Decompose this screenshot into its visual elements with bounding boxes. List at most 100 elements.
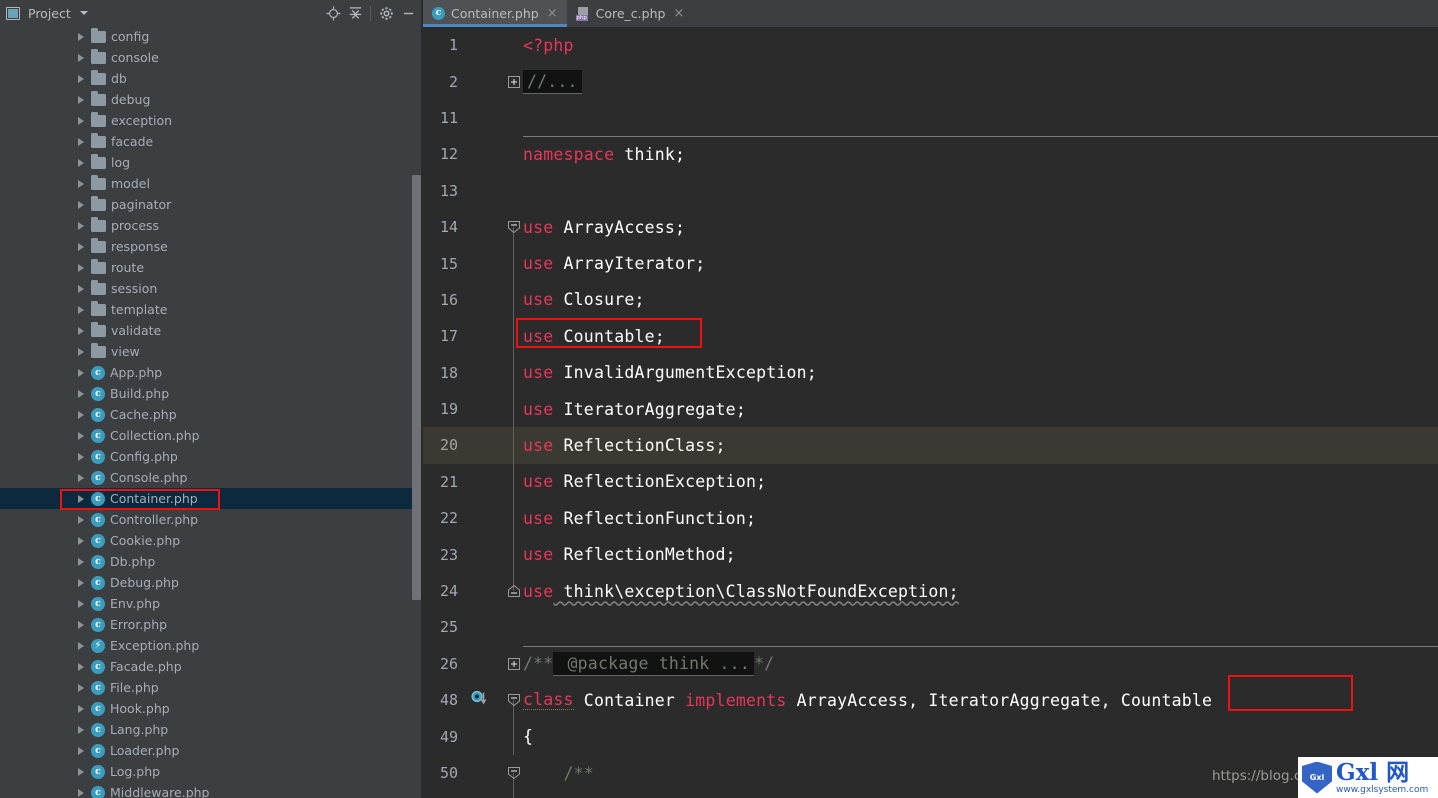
fold-collapse-icon[interactable] [508,694,520,707]
tree-expand-arrow-icon[interactable] [78,641,84,650]
tree-expand-arrow-icon[interactable] [78,536,84,545]
tree-expand-arrow-icon[interactable] [78,683,84,692]
tree-expand-arrow-icon[interactable] [78,515,84,524]
tree-expand-arrow-icon[interactable] [78,662,84,671]
tree-item-process[interactable]: process [0,215,423,236]
code-line-17[interactable]: 17 use Countable; [423,318,1438,355]
editor-gutter[interactable]: 21 [423,464,516,500]
tree-item-controller-php[interactable]: c Controller.php [0,509,423,530]
settings-gear-icon[interactable] [375,2,397,24]
tree-item-build-php[interactable]: c Build.php [0,383,423,404]
tree-item-middleware-php[interactable]: c Middleware.php [0,782,423,798]
tree-item-log-php[interactable]: c Log.php [0,761,423,782]
tree-item-view[interactable]: view [0,341,423,362]
tree-item-model[interactable]: model [0,173,423,194]
tree-expand-arrow-icon[interactable] [78,578,84,587]
tree-expand-arrow-icon[interactable] [78,368,84,377]
code-line-26[interactable]: 26 /** @package think ... */ [423,645,1438,682]
tree-item-paginator[interactable]: paginator [0,194,423,215]
editor-gutter[interactable]: 23 [423,536,516,572]
tree-item-log[interactable]: log [0,152,423,173]
tree-expand-arrow-icon[interactable] [78,347,84,356]
tree-expand-arrow-icon[interactable] [78,494,84,503]
code-line-1[interactable]: 1 <?php [423,27,1438,63]
tree-expand-arrow-icon[interactable] [78,620,84,629]
tree-expand-arrow-icon[interactable] [78,32,84,41]
hide-panel-icon[interactable] [397,2,419,24]
tree-item-validate[interactable]: validate [0,320,423,341]
code-line-49[interactable]: 49 { [423,718,1438,755]
editor-gutter[interactable]: 18 [423,355,516,391]
editor-gutter[interactable]: 16 [423,282,516,318]
tree-expand-arrow-icon[interactable] [78,200,84,209]
collapse-all-icon[interactable] [344,2,366,24]
tree-item-session[interactable]: session [0,278,423,299]
code-line-22[interactable]: 22 use ReflectionFunction; [423,500,1438,537]
code-line-15[interactable]: 15 use ArrayIterator; [423,245,1438,282]
tree-expand-arrow-icon[interactable] [78,116,84,125]
editor-gutter[interactable]: 26 [423,646,516,682]
code-line-14[interactable]: 14 use ArrayAccess; [423,209,1438,246]
tree-item-config[interactable]: config [0,26,423,47]
tree-expand-arrow-icon[interactable] [78,179,84,188]
code-line-20[interactable]: 20 use ReflectionClass; [423,427,1438,464]
code-line-13[interactable]: 13 [423,173,1438,209]
tree-item-lang-php[interactable]: c Lang.php [0,719,423,740]
editor-gutter[interactable]: 13 [423,173,516,209]
editor-gutter[interactable]: 51 [423,791,516,798]
tree-item-exception[interactable]: exception [0,110,423,131]
editor-gutter[interactable]: 2 [423,63,516,99]
tree-expand-arrow-icon[interactable] [78,158,84,167]
tree-item-debug[interactable]: debug [0,89,423,110]
code-editor[interactable]: 1 <?php 2 //... 11 12 namespace think; 13 14 use … [423,27,1438,798]
tree-item-facade[interactable]: facade [0,131,423,152]
tree-expand-arrow-icon[interactable] [78,557,84,566]
tree-expand-arrow-icon[interactable] [78,326,84,335]
editor-gutter[interactable]: 15 [423,245,516,281]
editor-gutter[interactable]: 14 [423,209,516,245]
tree-expand-arrow-icon[interactable] [78,389,84,398]
tree-expand-arrow-icon[interactable] [78,473,84,482]
fold-collapse-icon[interactable] [508,221,520,234]
tree-item-cache-php[interactable]: c Cache.php [0,404,423,425]
editor-gutter[interactable]: 24 [423,573,516,609]
code-line-24[interactable]: 24 use think\exception\ClassNotFoundExcep… [423,572,1438,609]
fold-expand-icon[interactable] [508,75,520,88]
tree-item-route[interactable]: route [0,257,423,278]
tree-expand-arrow-icon[interactable] [78,599,84,608]
code-line-25[interactable]: 25 [423,609,1438,645]
tree-item-error-php[interactable]: c Error.php [0,614,423,635]
tree-expand-arrow-icon[interactable] [78,704,84,713]
tree-expand-arrow-icon[interactable] [78,767,84,776]
tree-expand-arrow-icon[interactable] [78,452,84,461]
close-icon[interactable]: × [671,7,686,20]
tree-expand-arrow-icon[interactable] [78,137,84,146]
tree-expand-arrow-icon[interactable] [78,788,84,797]
tree-item-file-php[interactable]: c File.php [0,677,423,698]
tree-expand-arrow-icon[interactable] [78,263,84,272]
tree-expand-arrow-icon[interactable] [78,725,84,734]
editor-gutter[interactable]: 11 [423,100,516,136]
tree-expand-arrow-icon[interactable] [78,95,84,104]
tree-expand-arrow-icon[interactable] [78,53,84,62]
tree-expand-arrow-icon[interactable] [78,410,84,419]
code-line-21[interactable]: 21 use ReflectionException; [423,463,1438,501]
tree-item-config-php[interactable]: c Config.php [0,446,423,467]
tree-item-db[interactable]: db [0,68,423,89]
editor-gutter[interactable]: 12 [423,136,516,172]
tree-expand-arrow-icon[interactable] [78,242,84,251]
tree-item-loader-php[interactable]: c Loader.php [0,740,423,761]
code-line-23[interactable]: 23 use ReflectionMethod; [423,536,1438,573]
tree-item-cookie-php[interactable]: c Cookie.php [0,530,423,551]
tree-expand-arrow-icon[interactable] [78,221,84,230]
implemented-marker-icon[interactable] [471,691,489,710]
fold-region-end-icon[interactable] [508,584,520,598]
tree-item-template[interactable]: template [0,299,423,320]
fold-collapse-icon[interactable] [508,767,520,780]
tree-item-facade-php[interactable]: c Facade.php [0,656,423,677]
close-icon[interactable]: × [545,7,560,20]
tree-item-db-php[interactable]: c Db.php [0,551,423,572]
tree-item-env-php[interactable]: c Env.php [0,593,423,614]
fold-expand-icon[interactable] [508,657,520,670]
editor-tab-core_c-php[interactable]: php Core_c.php × [567,0,694,27]
